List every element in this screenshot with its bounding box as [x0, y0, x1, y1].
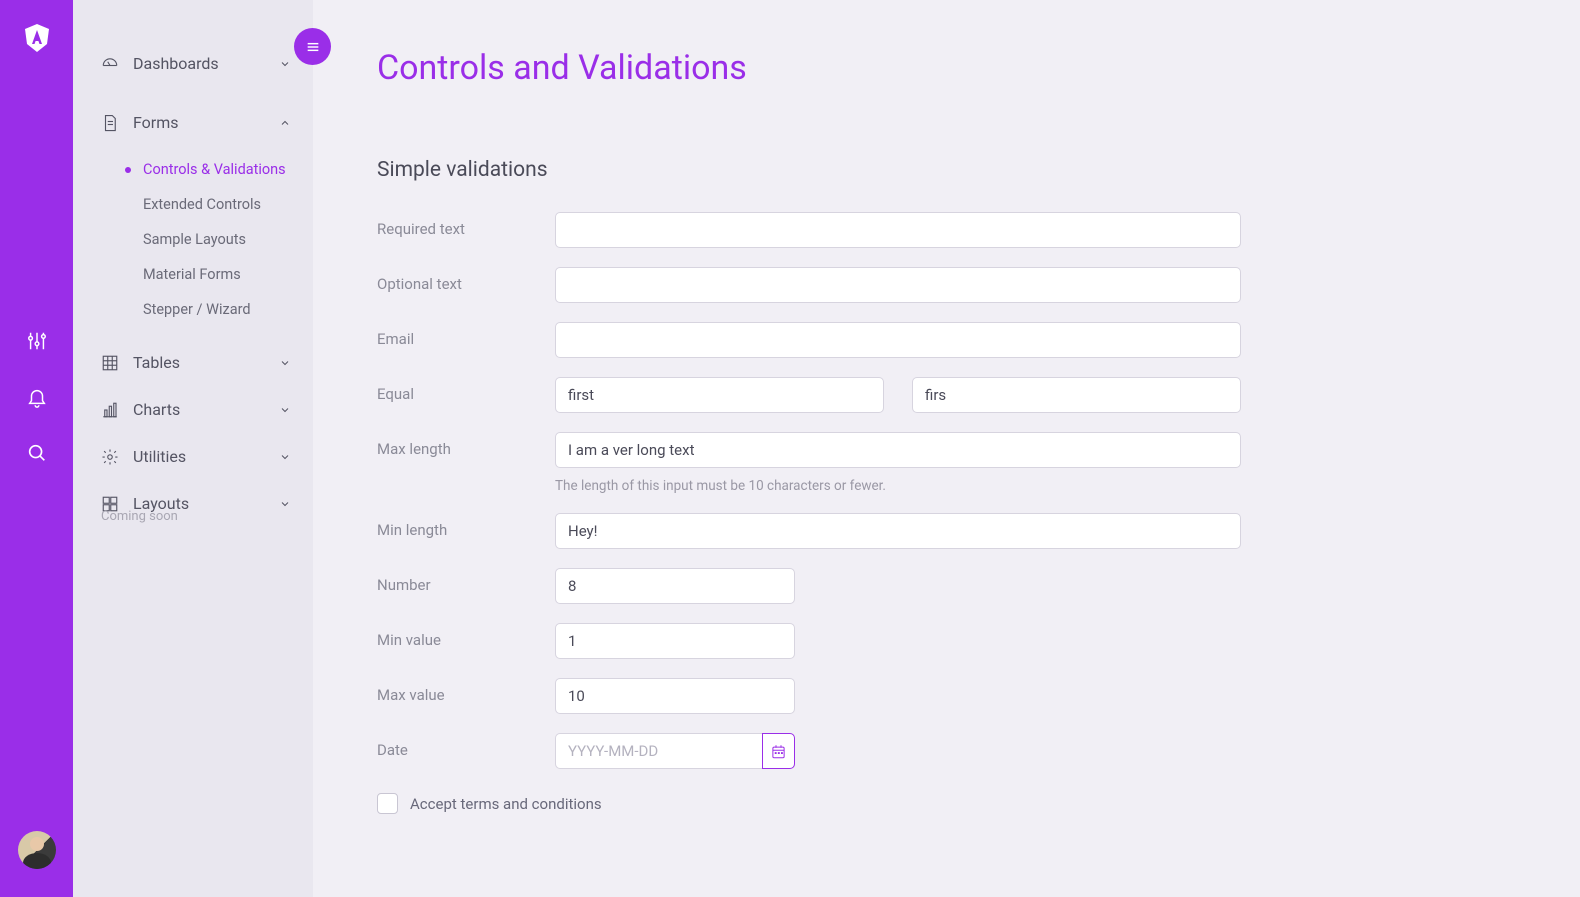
- active-dot-icon: [125, 167, 131, 173]
- gear-icon: [101, 448, 119, 466]
- sidebar-subitem-sample-layouts[interactable]: Sample Layouts: [73, 222, 313, 257]
- terms-label: Accept terms and conditions: [410, 795, 602, 813]
- min-length-label: Min length: [377, 513, 555, 539]
- email-label: Email: [377, 322, 555, 348]
- max-length-input[interactable]: [555, 432, 1241, 468]
- shield-logo-icon: [25, 24, 49, 52]
- chevron-down-icon: [279, 404, 291, 416]
- chevron-down-icon: [279, 451, 291, 463]
- page-title: Controls and Validations: [377, 48, 1500, 88]
- subitem-label: Extended Controls: [143, 196, 261, 213]
- equal-first-input[interactable]: [555, 377, 884, 413]
- required-text-label: Required text: [377, 212, 555, 238]
- subitem-label: Stepper / Wizard: [143, 301, 251, 318]
- section-title: Simple validations: [377, 158, 1500, 182]
- sliders-icon[interactable]: [26, 330, 48, 352]
- table-icon: [101, 354, 119, 372]
- min-value-input[interactable]: [555, 623, 795, 659]
- gauge-icon: [101, 55, 119, 73]
- sidebar-subitem-extended-controls[interactable]: Extended Controls: [73, 187, 313, 222]
- sidebar-item-label: Tables: [133, 353, 180, 372]
- sidebar: Dashboards Forms Controls & Validations …: [73, 0, 313, 897]
- max-value-label: Max value: [377, 678, 555, 704]
- subitem-label: Controls & Validations: [143, 161, 286, 178]
- min-length-input[interactable]: [555, 513, 1241, 549]
- sidebar-item-label: Utilities: [133, 447, 186, 466]
- optional-text-label: Optional text: [377, 267, 555, 293]
- date-picker-button[interactable]: [762, 733, 795, 769]
- chevron-up-icon: [279, 117, 291, 129]
- sidebar-item-forms[interactable]: Forms: [73, 99, 313, 146]
- sidebar-item-tables[interactable]: Tables: [73, 339, 313, 386]
- date-input[interactable]: [555, 733, 762, 769]
- max-value-input[interactable]: [555, 678, 795, 714]
- min-value-label: Min value: [377, 623, 555, 649]
- chevron-down-icon: [279, 357, 291, 369]
- sidebar-item-label: Charts: [133, 400, 180, 419]
- sidebar-item-label: Dashboards: [133, 54, 219, 73]
- search-icon[interactable]: [26, 442, 48, 464]
- equal-second-input[interactable]: [912, 377, 1241, 413]
- main-content: Controls and Validations Simple validati…: [313, 0, 1580, 897]
- date-label: Date: [377, 733, 555, 759]
- sidebar-subitem-stepper-wizard[interactable]: Stepper / Wizard: [73, 292, 313, 327]
- required-text-input[interactable]: [555, 212, 1241, 248]
- optional-text-input[interactable]: [555, 267, 1241, 303]
- sidebar-subitem-controls-validations[interactable]: Controls & Validations: [73, 152, 313, 187]
- chevron-down-icon: [279, 58, 291, 70]
- icon-rail: [0, 0, 73, 897]
- sidebar-subitem-material-forms[interactable]: Material Forms: [73, 257, 313, 292]
- layouts-subtitle: Coming soon: [73, 509, 313, 524]
- bar-chart-icon: [101, 401, 119, 419]
- max-length-label: Max length: [377, 432, 555, 458]
- avatar[interactable]: [18, 831, 56, 869]
- subitem-label: Material Forms: [143, 266, 241, 283]
- forms-subitems: Controls & Validations Extended Controls…: [73, 146, 313, 339]
- document-icon: [101, 114, 119, 132]
- number-input[interactable]: [555, 568, 795, 604]
- email-input[interactable]: [555, 322, 1241, 358]
- sidebar-item-dashboards[interactable]: Dashboards: [73, 40, 313, 87]
- terms-checkbox[interactable]: [377, 793, 398, 814]
- sidebar-toggle-button[interactable]: [294, 28, 331, 65]
- equal-label: Equal: [377, 377, 555, 403]
- sidebar-item-label: Forms: [133, 113, 179, 132]
- calendar-icon: [771, 744, 786, 759]
- bell-icon[interactable]: [26, 386, 48, 408]
- sidebar-item-charts[interactable]: Charts: [73, 386, 313, 433]
- sidebar-item-utilities[interactable]: Utilities: [73, 433, 313, 480]
- chevron-down-icon: [279, 498, 291, 510]
- subitem-label: Sample Layouts: [143, 231, 246, 248]
- max-length-hint: The length of this input must be 10 char…: [555, 478, 1241, 494]
- number-label: Number: [377, 568, 555, 594]
